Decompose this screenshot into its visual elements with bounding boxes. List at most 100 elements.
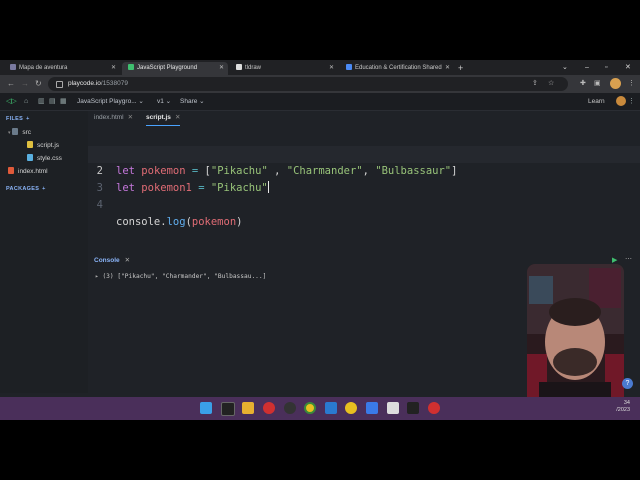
version-select[interactable]: v1 ⌄ [157, 96, 171, 107]
tldraw-favicon-icon [236, 64, 242, 70]
sidebar-item-script-js[interactable]: script.js [27, 141, 59, 151]
layout-split-icon[interactable]: ▤ [49, 96, 56, 107]
close-icon[interactable]: ✕ [219, 62, 224, 75]
tab-tldraw[interactable]: tldraw ✕ [230, 62, 338, 75]
tab-title: tldraw [245, 65, 262, 71]
close-icon[interactable]: ✕ [445, 62, 450, 75]
playcode-favicon-icon [128, 64, 134, 70]
back-icon[interactable]: ← [7, 78, 15, 90]
app-red-icon[interactable] [428, 402, 440, 414]
sidebar-item-label: style.css [37, 155, 62, 162]
tab-javascript-playground[interactable]: JavaScript Playground ✕ [122, 62, 228, 75]
help-icon[interactable]: ? [622, 378, 633, 389]
close-console-icon[interactable]: ✕ [125, 257, 130, 264]
console-title: Console [94, 257, 120, 264]
more-icon[interactable]: ⋮ [628, 96, 635, 107]
star-icon[interactable]: ☆ [548, 79, 554, 89]
whiteboard-icon[interactable] [387, 402, 399, 414]
sidepanel-icon[interactable]: ▣ [594, 79, 601, 89]
file-sidebar: FILES + ▾ src script.js style.css index.h… [0, 111, 88, 393]
chevron-down-icon[interactable]: ⌄ [562, 62, 568, 73]
windows-start-icon[interactable] [200, 402, 212, 414]
sidebar-item-style-css[interactable]: style.css [27, 154, 62, 164]
javascript-file-icon [27, 141, 33, 148]
tab-index-html[interactable]: index.html ✕ [94, 111, 133, 125]
layout-right-icon[interactable]: ▦ [60, 96, 67, 107]
close-icon[interactable]: ✕ [111, 62, 116, 75]
presenter-video-image [527, 264, 624, 414]
console-output-line[interactable]: ▸ (3) ["Pikachu", "Charmander", "Bulbass… [95, 273, 266, 280]
chrome-icon[interactable] [304, 402, 316, 414]
share-page-icon[interactable]: ⇪ [532, 79, 538, 89]
windows-taskbar: 34/2023 [0, 397, 640, 420]
add-file-icon[interactable]: + [26, 116, 30, 122]
terminal-icon[interactable] [221, 402, 235, 416]
reload-icon[interactable]: ↻ [35, 78, 42, 90]
home-icon[interactable]: ⌂ [24, 96, 28, 107]
user-avatar[interactable] [616, 96, 626, 106]
more-options-icon[interactable]: ⋯ [625, 255, 632, 263]
minimize-icon[interactable]: – [585, 62, 589, 73]
tab-title: Mapa de aventura [19, 65, 68, 71]
sidebar-item-index-html[interactable]: index.html [8, 167, 48, 177]
vscode-icon[interactable] [325, 402, 337, 414]
clock-date: /2023 [616, 407, 630, 413]
tab-title: JavaScript Playground [137, 65, 198, 71]
chrome-canary-icon[interactable] [345, 402, 357, 414]
console-header: Console ✕ [94, 256, 130, 264]
url-host: playcode.io [68, 80, 101, 87]
lock-icon [56, 81, 63, 88]
tab-title: Education & Certification Shared [355, 65, 442, 71]
close-icon[interactable]: ✕ [128, 114, 133, 121]
address-bar-row: ← → ↻ playcode.io/1538079 ⇪ ☆ ✚ ▣ ⋮ [0, 75, 640, 93]
todo-icon[interactable] [366, 402, 378, 414]
learn-link[interactable]: Learn [588, 96, 605, 107]
project-name[interactable]: JavaScript Playgro... ⌄ [77, 96, 144, 107]
code-line-2[interactable]: 2 let pokemon1 = "Pikachu" [88, 146, 640, 194]
favicon-icon [346, 64, 352, 70]
css-file-icon [27, 154, 33, 161]
webcam-overlay [527, 264, 624, 414]
file-explorer-icon[interactable] [242, 402, 254, 414]
tab-mapa-de-aventura[interactable]: Mapa de aventura ✕ [4, 62, 120, 75]
url-field[interactable]: playcode.io/1538079 ⇪ ☆ [48, 77, 568, 91]
screen: Mapa de aventura ✕ JavaScript Playground… [0, 60, 640, 420]
layout-left-icon[interactable]: ▥ [38, 96, 45, 107]
line-number: 4 [96, 199, 103, 211]
sidebar-item-src[interactable]: ▾ src [8, 128, 31, 138]
capcut-icon[interactable] [407, 402, 419, 414]
code-line-4[interactable]: 4 console.log(pokemon) [88, 180, 640, 228]
close-icon[interactable]: ✕ [329, 62, 334, 75]
html-file-icon [8, 167, 14, 174]
chevron-down-icon: ▾ [8, 130, 11, 136]
code-line-3[interactable]: 3 [88, 163, 640, 194]
profile-avatar[interactable] [610, 78, 621, 89]
system-clock[interactable]: 34/2023 [612, 400, 630, 414]
share-button[interactable]: Share ⌄ [180, 96, 205, 107]
add-package-icon[interactable]: + [42, 186, 46, 192]
sidebar-item-label: src [22, 129, 31, 136]
playcode-logo-icon[interactable]: ◁▷ [6, 96, 17, 107]
sidebar-item-label: index.html [18, 168, 48, 175]
forward-icon[interactable]: → [21, 78, 29, 90]
new-tab-icon[interactable]: + [458, 62, 463, 75]
tab-script-js[interactable]: script.js ✕ [146, 111, 181, 126]
packages-header: PACKAGES + [6, 186, 46, 192]
favicon-icon [10, 64, 16, 70]
tab-education-certification[interactable]: Education & Certification Shared ✕ [340, 62, 454, 75]
maximize-icon[interactable]: ▫ [605, 62, 607, 73]
app-toolbar: ◁▷ ⌂ ▥ ▤ ▦ JavaScript Playgro... ⌄ v1 ⌄ … [0, 93, 640, 111]
files-header: FILES + [6, 116, 30, 122]
close-window-icon[interactable]: ✕ [625, 62, 631, 73]
extensions-icon[interactable]: ✚ [580, 79, 586, 89]
menu-icon[interactable]: ⋮ [628, 79, 635, 89]
close-icon[interactable]: ✕ [175, 114, 180, 121]
run-icon[interactable]: ▶ [612, 256, 617, 264]
code-line-1[interactable]: 1 let pokemon = ["Pikachu" , "Charmander… [88, 129, 640, 177]
recording-app-icon[interactable] [263, 402, 275, 414]
clock-time: 34 [623, 400, 630, 406]
obs-icon[interactable] [284, 402, 296, 414]
url-text: playcode.io/1538079 [68, 77, 128, 91]
url-path: /1538079 [100, 80, 129, 87]
browser-tab-bar: Mapa de aventura ✕ JavaScript Playground… [0, 60, 640, 75]
